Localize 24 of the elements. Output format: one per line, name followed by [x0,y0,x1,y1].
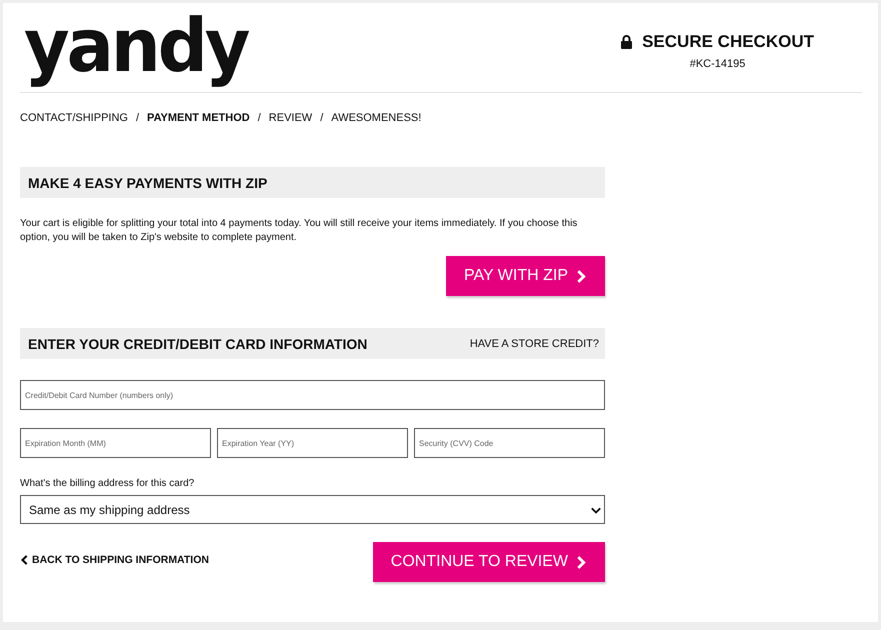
order-number: #KC-14195 [690,58,746,70]
billing-address-label: What's the billing address for this card? [20,478,196,489]
continue-button[interactable]: CONTINUE TO REVIEW [372,542,605,582]
back-link[interactable]: BACK TO SHIPPING INFORMATION [20,554,209,566]
secure-checkout-title: SECURE CHECKOUT [642,32,814,52]
zip-description: Your cart is eligible for splitting your total into 4 payments today. You will still receive your items immediately. If you choose this option, you will be taken to Zip's website to complete payment. [20,217,578,245]
expiration-month-field[interactable]: Expiration Month (MM) [20,428,211,458]
security-code-field[interactable]: Security (CVV) Code [414,428,605,458]
card-number-field[interactable]: Credit/Debit Card Number (numbers only) [20,380,605,410]
expiration-year-field[interactable]: Expiration Year (YY) [217,428,408,458]
breadcrumb-step[interactable]: CONTACT/SHIPPING [20,112,128,126]
section-title: MAKE 4 EASY PAYMENTS WITH ZIP [28,174,268,190]
billing-address-select[interactable]: Same as my shipping address [20,495,605,524]
pay-with-zip-button[interactable]: PAY WITH ZIP [446,256,605,296]
breadcrumb-step[interactable]: AWESOMENESS! [331,112,422,126]
breadcrumb-separator: / [258,112,261,126]
chevron-left-icon [20,555,30,565]
breadcrumb-separator: / [320,112,324,126]
store-credit-link[interactable]: HAVE A STORE CREDIT? [470,338,599,350]
breadcrumb-separator: / [136,112,140,126]
lock-icon [621,35,632,49]
breadcrumb-step[interactable]: PAYMENT METHOD [147,112,250,126]
section-title: ENTER YOUR CREDIT/DEBIT CARD INFORMATION [28,336,368,352]
breadcrumb-step[interactable]: REVIEW [268,112,312,126]
